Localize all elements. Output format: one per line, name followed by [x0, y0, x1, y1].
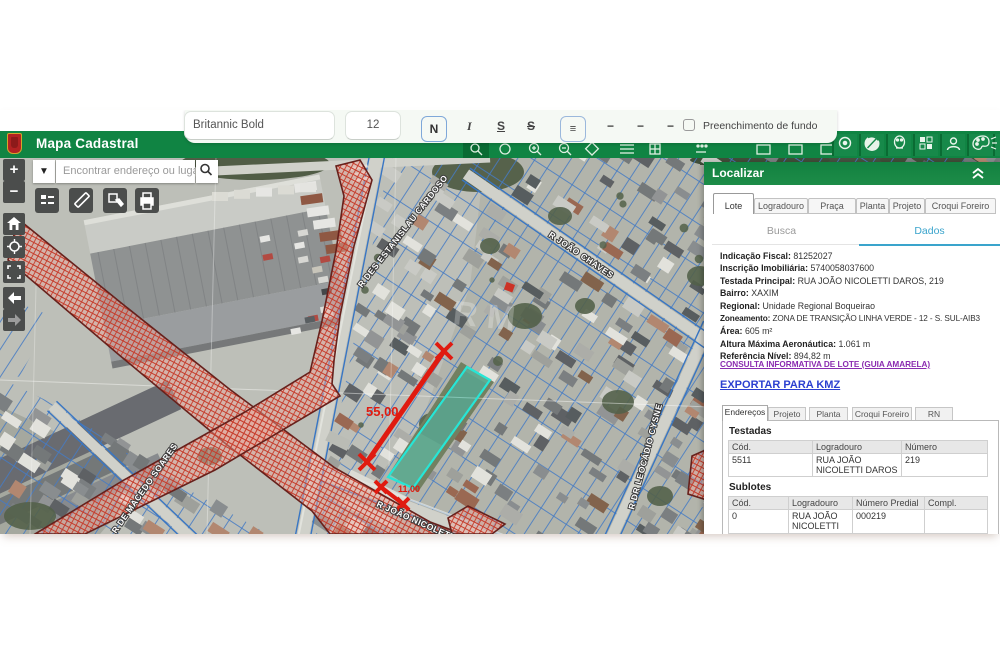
svg-text:11,00: 11,00: [398, 484, 420, 494]
svg-text:R M: R M: [451, 294, 517, 338]
svg-text:55,00: 55,00: [366, 404, 399, 419]
